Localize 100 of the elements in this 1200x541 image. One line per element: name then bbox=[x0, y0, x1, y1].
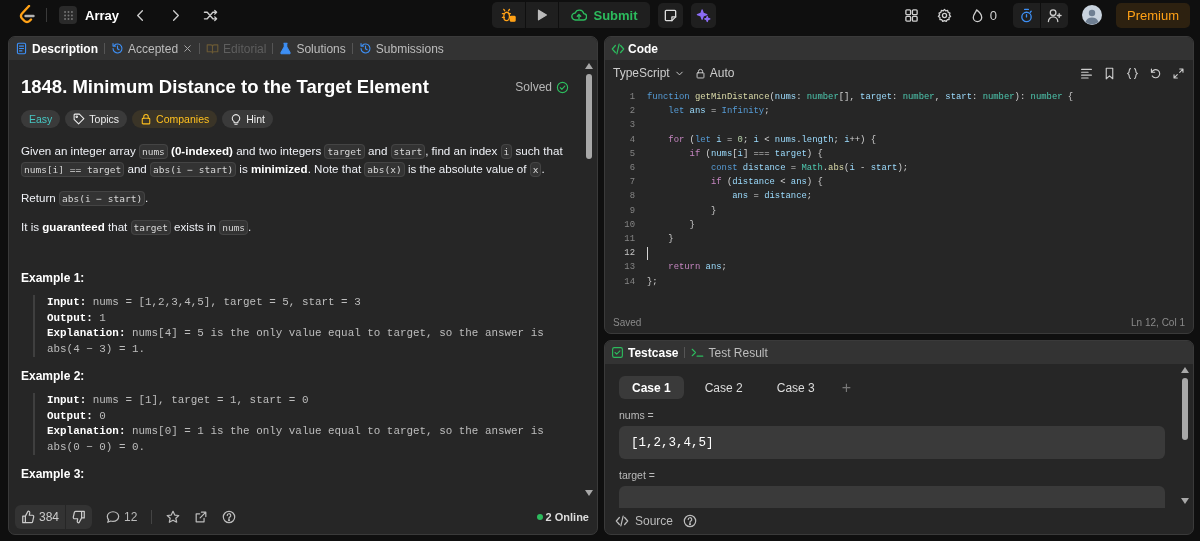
share-icon bbox=[194, 510, 209, 524]
problem-title[interactable]: 1848. Minimum Distance to the Target Element bbox=[21, 76, 429, 98]
code-line: return ans; bbox=[667, 262, 727, 273]
topics-button[interactable]: Topics bbox=[65, 110, 128, 128]
timer-icon bbox=[1019, 7, 1034, 23]
reset-button[interactable] bbox=[1149, 66, 1162, 80]
ai-button[interactable] bbox=[690, 2, 716, 28]
help-icon bbox=[222, 510, 237, 524]
panel-tab[interactable]: Accepted bbox=[111, 37, 179, 60]
companies-button[interactable]: Companies bbox=[132, 110, 218, 128]
layout-icon bbox=[903, 7, 919, 23]
source-button[interactable]: Source bbox=[615, 514, 674, 528]
settings-icon bbox=[936, 7, 952, 23]
panel-tab[interactable]: Testcase bbox=[611, 341, 679, 364]
expand-icon bbox=[1172, 66, 1185, 80]
example-line: Input: nums = [1], target = 1, start = 0 bbox=[47, 393, 310, 408]
code-line: }; bbox=[647, 276, 658, 287]
close-button[interactable] bbox=[182, 43, 194, 54]
hint-button[interactable]: Hint bbox=[222, 110, 273, 128]
note-button[interactable] bbox=[657, 2, 683, 28]
format-button[interactable] bbox=[1080, 66, 1093, 80]
example-title: Example 1: bbox=[21, 271, 86, 285]
braces-button[interactable] bbox=[1126, 66, 1139, 80]
play-icon bbox=[535, 8, 550, 22]
cursor-position: Ln 12, Col 1 bbox=[1131, 316, 1185, 328]
lock-icon bbox=[694, 67, 706, 79]
panel-tab[interactable]: Test Result bbox=[691, 341, 768, 364]
logo-icon[interactable] bbox=[18, 5, 36, 25]
line-number: 3 bbox=[628, 120, 636, 131]
example-title: Example 3: bbox=[21, 467, 86, 481]
close-icon bbox=[182, 43, 194, 54]
comment-icon bbox=[106, 510, 121, 524]
thumbs-down-icon bbox=[72, 510, 87, 524]
lightbulb-icon bbox=[230, 113, 243, 125]
help-button[interactable] bbox=[222, 510, 237, 524]
avatar[interactable] bbox=[1082, 5, 1102, 25]
panel-tab[interactable]: Description bbox=[15, 37, 98, 60]
line-number: 2 bbox=[628, 106, 636, 117]
description-paragraph: Return abs(i − start) . bbox=[21, 190, 150, 207]
lock-icon bbox=[140, 113, 153, 125]
code-line: if (nums[i] === target) { bbox=[688, 148, 823, 159]
shuffle-icon bbox=[202, 7, 218, 23]
language-dropdown[interactable]: TypeScript bbox=[613, 66, 685, 80]
online-dot bbox=[536, 514, 543, 520]
star-icon bbox=[166, 510, 181, 524]
line-number: 13 bbox=[623, 262, 636, 273]
streak-button[interactable]: 0 bbox=[963, 3, 1003, 27]
line-number: 5 bbox=[628, 148, 636, 159]
line-number: 11 bbox=[623, 233, 636, 244]
document-icon bbox=[15, 42, 28, 55]
code-icon bbox=[611, 41, 625, 56]
field-label: nums = bbox=[619, 409, 655, 421]
help-icon bbox=[683, 514, 698, 528]
line-number: 7 bbox=[628, 177, 636, 188]
tag-icon bbox=[73, 113, 86, 125]
bookmark-button[interactable] bbox=[1103, 66, 1116, 80]
description-paragraph: It is guaranteed that target exists in nums . bbox=[21, 219, 253, 236]
code-line: const distance = Math.abs(i - start); bbox=[709, 163, 909, 174]
add-user-icon bbox=[1047, 7, 1062, 23]
panel-tab[interactable]: Solutions bbox=[279, 37, 346, 60]
braces-icon bbox=[1126, 66, 1139, 80]
line-number: 12 bbox=[623, 248, 636, 259]
code-line: ans = distance; bbox=[731, 191, 813, 202]
share-button[interactable] bbox=[194, 510, 209, 524]
case-tab[interactable]: Case 1 bbox=[619, 376, 684, 399]
line-number: 4 bbox=[628, 134, 636, 145]
code-icon bbox=[615, 514, 629, 528]
example-line: Input: nums = [1,2,3,4,5], target = 5, start = 3 bbox=[47, 295, 362, 310]
code-line: if (distance < ans) { bbox=[709, 177, 823, 188]
panel-title: Code bbox=[611, 41, 658, 56]
code-line: } bbox=[667, 233, 674, 244]
case-tab[interactable]: Case 2 bbox=[691, 376, 756, 399]
help-button[interactable] bbox=[683, 514, 698, 528]
description-paragraph: Given an integer array nums (0-indexed) and two integers target and start , find an index i such that nums[i] == target and abs(i − start) is minimized. Note that abs(x) is the absolute value of x . bbox=[21, 143, 564, 178]
history-icon bbox=[358, 42, 372, 55]
expand-button[interactable] bbox=[1172, 66, 1185, 80]
line-number: 8 bbox=[628, 191, 636, 202]
cloud-upload-icon bbox=[571, 7, 588, 23]
sparkle-icon bbox=[695, 7, 711, 23]
note-icon bbox=[662, 7, 678, 23]
terminal-icon bbox=[691, 346, 705, 359]
line-number: 10 bbox=[623, 219, 636, 230]
text-cursor bbox=[647, 246, 648, 260]
panel-tab[interactable]: Submissions bbox=[358, 37, 444, 60]
check-circle-icon bbox=[556, 80, 569, 94]
online-count: 2 Online bbox=[545, 511, 589, 523]
code-line: } bbox=[688, 219, 695, 230]
undo-icon bbox=[1149, 66, 1162, 80]
comments-button[interactable]: 12 bbox=[106, 510, 138, 524]
example-line: Output: 1 bbox=[47, 310, 107, 326]
problem-list-button[interactable]: Array bbox=[59, 6, 119, 24]
favorite-button[interactable] bbox=[166, 510, 181, 524]
flask-icon bbox=[279, 42, 293, 55]
case-tab[interactable]: Case 3 bbox=[763, 376, 828, 399]
input-field[interactable]: [1,2,3,4,5] bbox=[619, 426, 1165, 459]
example-line: Output: 0 bbox=[47, 408, 107, 424]
line-number: 14 bbox=[623, 276, 636, 287]
code-line: let ans = Infinity; bbox=[667, 106, 770, 117]
premium-button[interactable]: Premium bbox=[1116, 2, 1190, 28]
field-label: target = bbox=[619, 469, 656, 481]
